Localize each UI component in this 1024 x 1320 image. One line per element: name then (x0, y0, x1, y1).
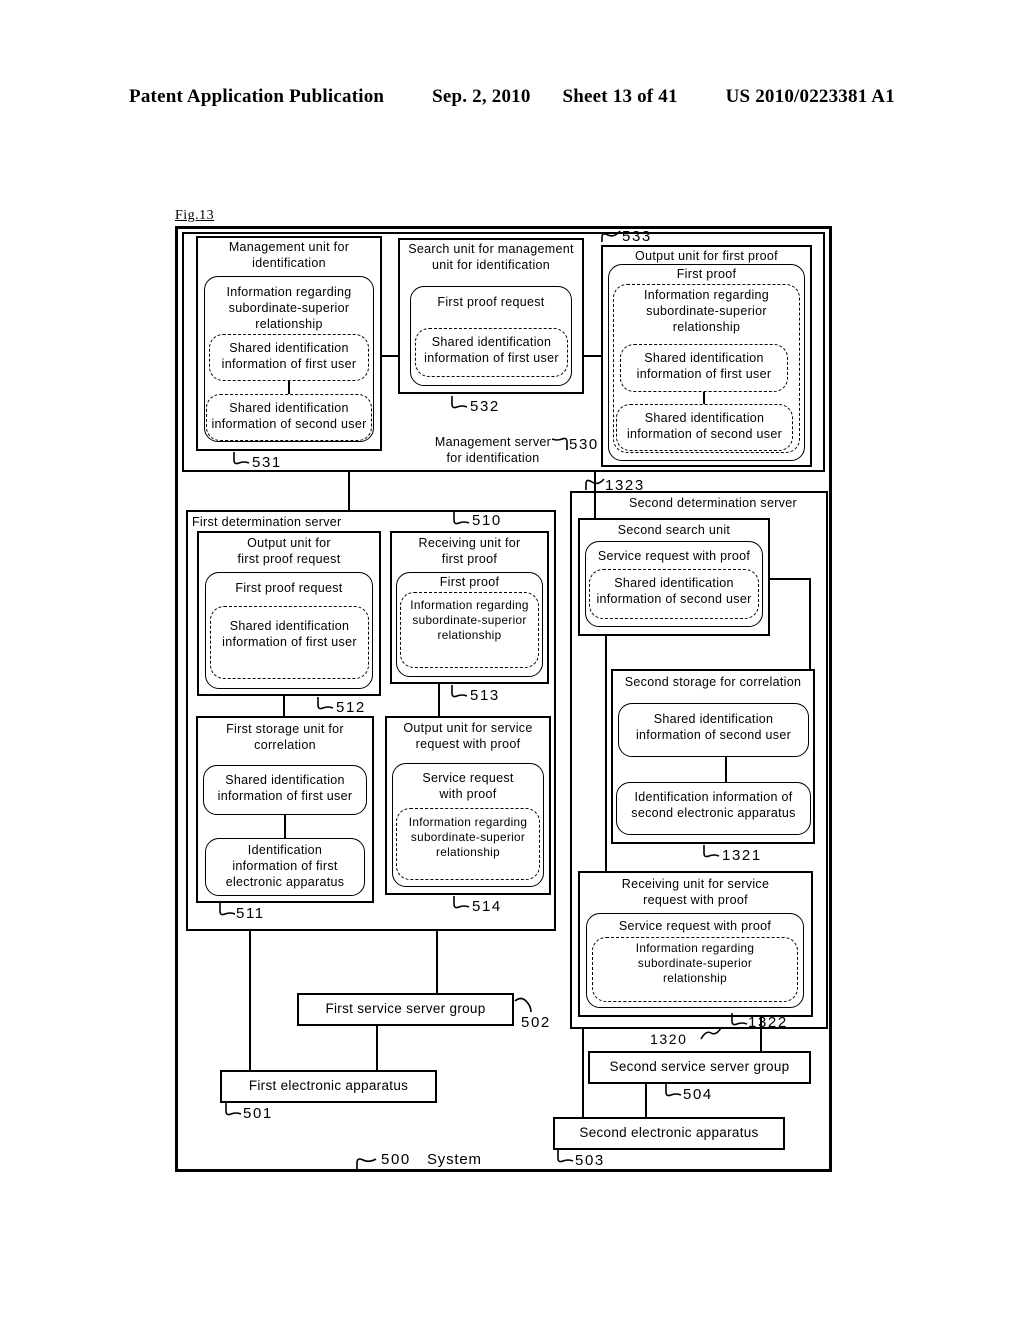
ref-502: 502 (521, 1014, 551, 1031)
connector-533-vertical (703, 392, 705, 404)
management-unit-title: Management unit for identification (228, 240, 350, 270)
header-date: Sep. 2, 2010 (432, 86, 531, 107)
connector-second-group-to-apparatus (645, 1084, 647, 1117)
info-relationship-text-514: Information regarding subordinate-superi… (408, 815, 528, 860)
ref-1322: 1322 (748, 1014, 788, 1031)
ref-531: 531 (252, 454, 282, 471)
shared-id-first-user-text-531: Shared identification information of fir… (221, 341, 357, 371)
connector-532-533 (584, 355, 601, 357)
ref-512: 512 (336, 699, 366, 716)
second-electronic-apparatus-label: Second electronic apparatus (579, 1125, 759, 1140)
second-storage-title: Second storage for correlation (624, 675, 802, 689)
shared-id-first-user-text-512: Shared identification information of fir… (222, 619, 357, 649)
output-unit-service-title: Output unit for service request with pro… (403, 721, 533, 751)
service-request-text-search: Service request with proof (597, 549, 751, 563)
leader-530 (551, 437, 568, 450)
leader-1321 (703, 845, 720, 858)
connector-513-to-514 (438, 684, 440, 716)
second-service-server-group-label: Second service server group (609, 1059, 790, 1074)
info-relationship-text-513: Information regarding subordinate-superi… (410, 598, 529, 643)
leader-510 (453, 512, 470, 525)
shared-id-first-user-text-511: Shared identification information of fir… (217, 773, 353, 803)
second-determination-server-title: Second determination server (629, 496, 797, 510)
leader-502 (514, 997, 532, 1013)
ref-533: 533 (622, 228, 652, 245)
header-patent-number: US 2010/0223381 A1 (725, 86, 895, 107)
first-proof-text-513: First proof (439, 575, 500, 589)
figure-label: Fig.13 (175, 208, 215, 223)
shared-id-second-user-text-531: Shared identification information of sec… (211, 401, 367, 431)
leader-514 (453, 896, 470, 909)
shared-id-first-user-text-533: Shared identification information of fir… (636, 351, 772, 381)
connector-search-right-v (809, 578, 811, 670)
ref-1321: 1321 (722, 847, 762, 864)
first-determination-server-title: First determination server (192, 515, 342, 529)
receiving-unit-title-1322: Receiving unit for service request with … (621, 877, 770, 907)
ref-510: 510 (472, 512, 502, 529)
receiving-unit-title-513: Receiving unit for first proof (418, 536, 521, 566)
connector-514-to-service-group (436, 931, 438, 993)
ref-1320: 1320 (650, 1031, 688, 1047)
search-unit-title: Search unit for management unit for iden… (408, 242, 574, 272)
connector-530-to-510 (348, 472, 350, 510)
connector-511-vertical (284, 815, 286, 838)
ref-504: 504 (683, 1086, 713, 1103)
leader-500 (356, 1158, 377, 1171)
identification-info-text-511: Identification information of first elec… (225, 843, 345, 889)
leader-531 (233, 452, 250, 465)
connector-search-right-h (770, 578, 810, 580)
shared-id-first-user-text-532: Shared identification information of fir… (424, 335, 559, 365)
ref-532: 532 (470, 398, 500, 415)
connector-512-to-511 (283, 696, 285, 716)
info-relationship-text-533: Information regarding subordinate-superi… (643, 288, 770, 334)
first-storage-title: First storage unit for correlation (226, 722, 344, 752)
shared-id-second-user-text-1321: Shared identification information of sec… (635, 712, 792, 742)
leader-512 (317, 697, 334, 710)
page-header: Patent Application Publication Sep. 2, 2… (0, 86, 1024, 108)
info-relationship-text-531: Information regarding subordinate-superi… (226, 285, 352, 331)
ref-511: 511 (236, 905, 265, 922)
first-service-server-group-label: First service server group (325, 1001, 486, 1016)
ref-503: 503 (575, 1152, 605, 1169)
connector-1323-to-second-apparatus (582, 1029, 584, 1117)
ref-501: 501 (243, 1105, 273, 1122)
first-electronic-apparatus-label: First electronic apparatus (248, 1078, 409, 1093)
connector-service-group-to-apparatus (376, 1026, 378, 1070)
ref-514: 514 (472, 898, 502, 915)
output-unit-request-title: Output unit for first proof request (237, 536, 341, 566)
leader-533 (601, 230, 621, 242)
header-sheet: Sheet 13 of 41 (562, 86, 678, 107)
header-publication: Patent Application Publication (129, 86, 385, 107)
connector-531-532 (382, 355, 398, 357)
connector-511-to-apparatus (249, 931, 251, 1070)
leader-1320 (700, 1027, 722, 1040)
connector-530-to-1323 (594, 472, 596, 519)
service-request-text-514: Service request with proof (422, 771, 514, 801)
info-relationship-text-1322: Information regarding subordinate-superi… (635, 941, 755, 986)
service-request-text-1322: Service request with proof (618, 919, 772, 933)
connector-search-to-bottom (605, 636, 607, 871)
leader-513 (451, 685, 468, 698)
connector-1322-to-second-service-group (760, 1017, 762, 1051)
shared-id-second-user-text-search: Shared identification information of sec… (596, 576, 752, 606)
leader-532 (451, 396, 468, 409)
ref-513: 513 (470, 687, 500, 704)
identification-info-text-1321: Identification information of second ele… (631, 790, 796, 820)
first-proof-text-533: First proof (676, 267, 737, 281)
connector-1321-vertical (725, 757, 727, 782)
first-proof-request-text-532: First proof request (437, 295, 545, 309)
connector-531-vertical (288, 381, 290, 395)
system-label: System (427, 1151, 482, 1168)
ref-500: 500 (381, 1151, 411, 1168)
shared-id-second-user-text-533: Shared identification information of sec… (626, 411, 783, 441)
output-unit-title-533: Output unit for first proof (635, 249, 778, 263)
second-search-unit-title: Second search unit (617, 523, 731, 537)
first-proof-request-text-512: First proof request (235, 581, 343, 595)
ref-530: 530 (569, 436, 599, 453)
